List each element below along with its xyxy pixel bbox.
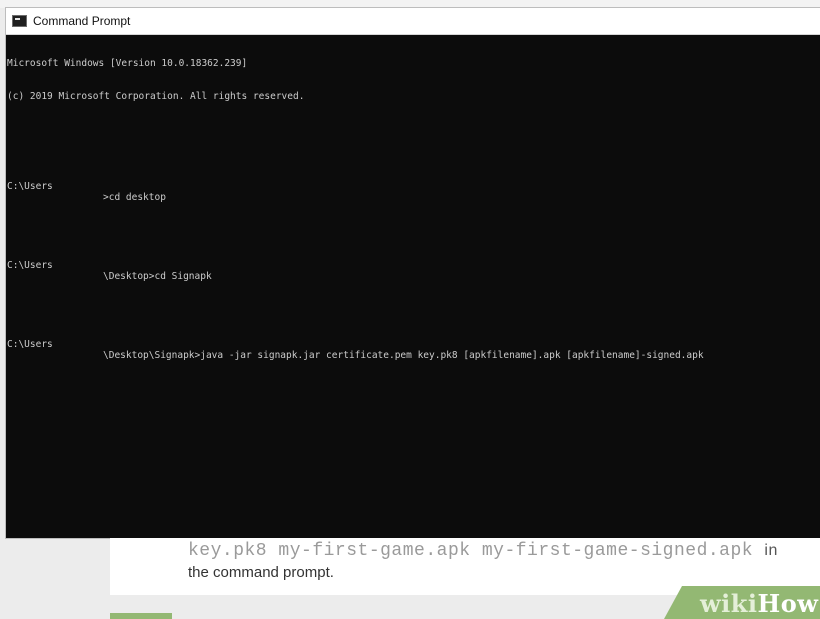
- wikihow-wiki: wiki: [700, 589, 758, 618]
- wikihow-wordmark: wikiHow: [700, 589, 818, 618]
- console-output[interactable]: Microsoft Windows [Version 10.0.18362.23…: [6, 35, 820, 361]
- console-line: C:\Users >cd desktop: [7, 170, 820, 203]
- console-header-copyright: (c) 2019 Microsoft Corporation. All righ…: [7, 91, 305, 102]
- prompt-command: \Desktop>cd Signapk: [103, 271, 212, 282]
- wikihow-how: How: [757, 589, 819, 618]
- command-prompt-window[interactable]: Command Prompt Microsoft Windows [Versio…: [6, 8, 820, 538]
- article-code: key.pk8 my-first-game.apk my-first-game-…: [188, 541, 754, 561]
- console-header-version: Microsoft Windows [Version 10.0.18362.23…: [7, 58, 248, 69]
- prompt-command: \Desktop\Signapk>java -jar signapk.jar c…: [103, 350, 704, 361]
- article-code-line: key.pk8 my-first-game.apk my-first-game-…: [188, 541, 778, 561]
- prompt-prefix: C:\Users: [7, 181, 53, 192]
- screen-top-strip: [0, 0, 820, 8]
- prompt-command: >cd desktop: [103, 192, 166, 203]
- console-line: C:\Users \Desktop>cd Signapk: [7, 249, 820, 282]
- article-accent-tab: [110, 613, 172, 619]
- cmd-icon: [12, 15, 27, 27]
- console-line: C:\Users \Desktop\Signapk>java -jar sign…: [7, 328, 820, 361]
- article-code-tail: in: [764, 542, 778, 559]
- prompt-prefix: C:\Users: [7, 260, 53, 271]
- prompt-prefix: C:\Users: [7, 339, 53, 350]
- wikihow-logo: wikiHow: [664, 586, 820, 619]
- window-titlebar[interactable]: Command Prompt: [6, 8, 820, 35]
- article-body-line: the command prompt.: [188, 564, 334, 581]
- window-title: Command Prompt: [33, 14, 131, 28]
